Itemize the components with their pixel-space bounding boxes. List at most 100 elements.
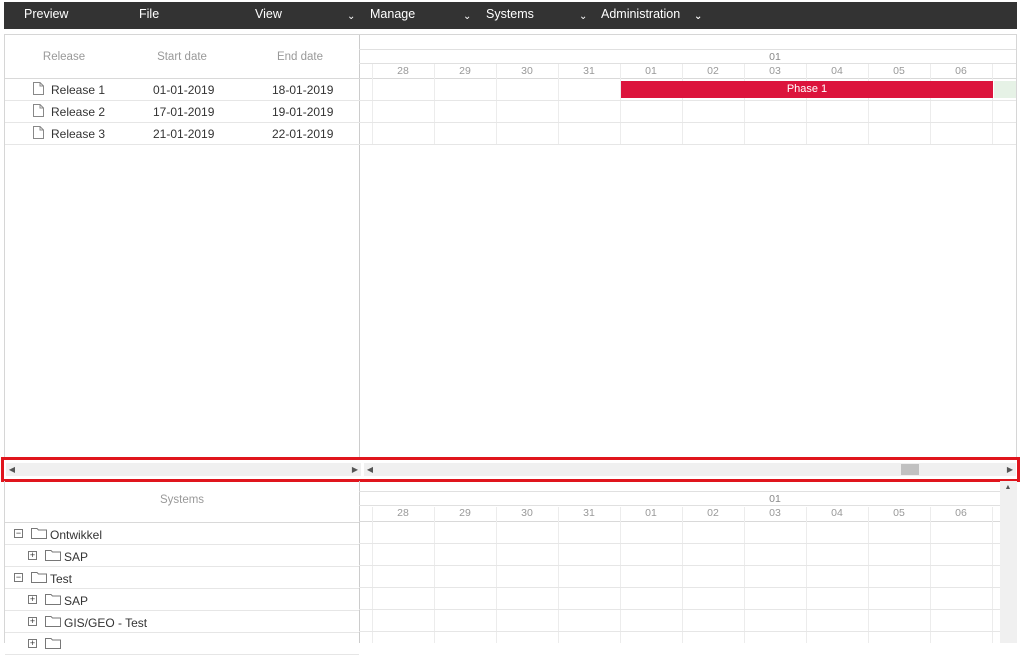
tree-item-label: SAP [64, 594, 89, 608]
column-header-end-date[interactable]: End date [241, 35, 359, 79]
expand-icon[interactable]: + [28, 595, 37, 604]
timeline-row [359, 566, 1000, 588]
systems-timeline-days: 28 29 30 31 01 02 03 04 05 06 [359, 506, 1000, 522]
menu-administration[interactable]: Administration [601, 2, 680, 29]
menu-view[interactable]: View [255, 2, 282, 29]
phase-bar-continuation[interactable] [994, 81, 1016, 98]
timeline-day-label: 28 [397, 507, 409, 519]
timeline-top-band [359, 35, 1016, 50]
scroll-right-arrow-icon[interactable]: ▶ [349, 463, 361, 476]
timeline-day-label: 04 [831, 65, 843, 77]
tree-item[interactable]: + SAP [5, 545, 359, 567]
tree-item-label: SAP [64, 550, 89, 564]
timeline-day-label: 04 [831, 507, 843, 519]
release-start-date: 01-01-2019 [153, 83, 215, 97]
systems-timeline-month-label: 01 [769, 493, 781, 505]
tree-item[interactable]: − Ontwikkel [5, 523, 359, 545]
document-icon [33, 126, 44, 139]
timeline-row [359, 632, 1000, 643]
timeline-horizontal-scrollbar[interactable]: ◀ ▶ [364, 463, 1016, 476]
timeline-row [359, 101, 1016, 123]
release-name: Release 1 [51, 83, 106, 97]
timeline-day-label: 02 [707, 507, 719, 519]
timeline-day-label: 29 [459, 507, 471, 519]
tree-item[interactable]: + SAP [5, 589, 359, 611]
folder-icon [45, 550, 61, 561]
timeline-day-label: 06 [955, 507, 967, 519]
chevron-down-icon[interactable]: ⌄ [347, 2, 355, 29]
chevron-down-icon[interactable]: ⌄ [694, 2, 702, 29]
timeline-day-label: 01 [645, 65, 657, 77]
timeline-month-label: 01 [769, 51, 781, 63]
tree-item[interactable]: + [5, 633, 359, 655]
systems-timeline-top-band [359, 481, 1000, 492]
timeline-day-label: 01 [645, 507, 657, 519]
phase-bar[interactable]: Phase 1 [621, 81, 993, 98]
tree-item[interactable]: + GIS/GEO - Test [5, 611, 359, 633]
table-row[interactable]: Release 1 01-01-2019 18-01-2019 [5, 79, 359, 101]
systems-tree-panel: Systems − Ontwikkel + SAP − Test + SAP + GIS/GEO … [4, 481, 360, 655]
grid-horizontal-scrollbar[interactable]: ◀ ▶ [6, 463, 361, 476]
timeline-day-label: 03 [769, 507, 781, 519]
timeline-row [359, 610, 1000, 632]
timeline-row [359, 522, 1000, 544]
document-icon [33, 82, 44, 95]
tree-item-label: Test [50, 572, 73, 586]
expand-icon[interactable]: + [28, 617, 37, 626]
timeline-day-label: 03 [769, 65, 781, 77]
menu-file[interactable]: File [139, 2, 159, 29]
menu-preview[interactable]: Preview [24, 2, 68, 29]
timeline-scroll-thumb[interactable] [901, 464, 919, 475]
tree-item-label: GIS/GEO - Test [64, 616, 148, 630]
systems-vertical-scrollbar[interactable]: ▲ [1000, 481, 1017, 643]
timeline-day-label: 05 [893, 65, 905, 77]
timeline-scroll-right-arrow-icon[interactable]: ▶ [1004, 463, 1016, 476]
chevron-down-icon[interactable]: ⌄ [579, 2, 587, 29]
collapse-icon[interactable]: − [14, 573, 23, 582]
folder-icon [45, 594, 61, 605]
timeline-day-label: 29 [459, 65, 471, 77]
column-header-start-date[interactable]: Start date [123, 35, 241, 79]
chevron-down-icon[interactable]: ⌄ [463, 2, 471, 29]
expand-icon[interactable]: + [28, 551, 37, 560]
timeline-day-label: 05 [893, 507, 905, 519]
column-header-release[interactable]: Release [5, 35, 123, 79]
systems-timeline-month: 01 [359, 492, 1000, 506]
systems-column-header[interactable]: Systems [5, 481, 359, 523]
tree-item-label: Ontwikkel [50, 528, 103, 542]
timeline-day-label: 02 [707, 65, 719, 77]
timeline-day-label: 31 [583, 65, 595, 77]
top-menubar: Preview File ⌄ View ⌄ Manage ⌄ Systems ⌄ Administ… [4, 2, 1017, 29]
folder-icon [31, 528, 47, 539]
table-row[interactable]: Release 3 21-01-2019 22-01-2019 [5, 123, 359, 145]
timeline-row [359, 544, 1000, 566]
scroll-left-arrow-icon[interactable]: ◀ [6, 463, 18, 476]
timeline-row [359, 123, 1016, 145]
menu-systems[interactable]: Systems [486, 2, 534, 29]
timeline-row [359, 588, 1000, 610]
gantt-timeline: 01 28 29 30 31 01 02 03 04 05 06 Phase 1 [359, 34, 1017, 458]
folder-icon [45, 638, 61, 649]
release-end-date: 22-01-2019 [272, 127, 334, 141]
expand-icon[interactable]: + [28, 639, 37, 648]
release-end-date: 19-01-2019 [272, 105, 334, 119]
release-grid: Release Start date End date Release 1 01-… [4, 34, 360, 458]
timeline-day-label: 30 [521, 65, 533, 77]
timeline-day-label: 31 [583, 507, 595, 519]
release-name: Release 2 [51, 105, 106, 119]
menu-manage[interactable]: Manage [370, 2, 415, 29]
timeline-scroll-left-arrow-icon[interactable]: ◀ [364, 463, 376, 476]
tree-item[interactable]: − Test [5, 567, 359, 589]
release-start-date: 17-01-2019 [153, 105, 215, 119]
release-name: Release 3 [51, 127, 106, 141]
release-start-date: 21-01-2019 [153, 127, 215, 141]
timeline-day-label: 28 [397, 65, 409, 77]
table-row[interactable]: Release 2 17-01-2019 19-01-2019 [5, 101, 359, 123]
folder-icon [45, 616, 61, 627]
scroll-up-arrow-icon[interactable]: ▲ [1002, 481, 1014, 494]
collapse-icon[interactable]: − [14, 529, 23, 538]
timeline-days: 28 29 30 31 01 02 03 04 05 06 [359, 64, 1016, 79]
timeline-month: 01 [359, 50, 1016, 64]
release-end-date: 18-01-2019 [272, 83, 334, 97]
timeline-day-label: 06 [955, 65, 967, 77]
